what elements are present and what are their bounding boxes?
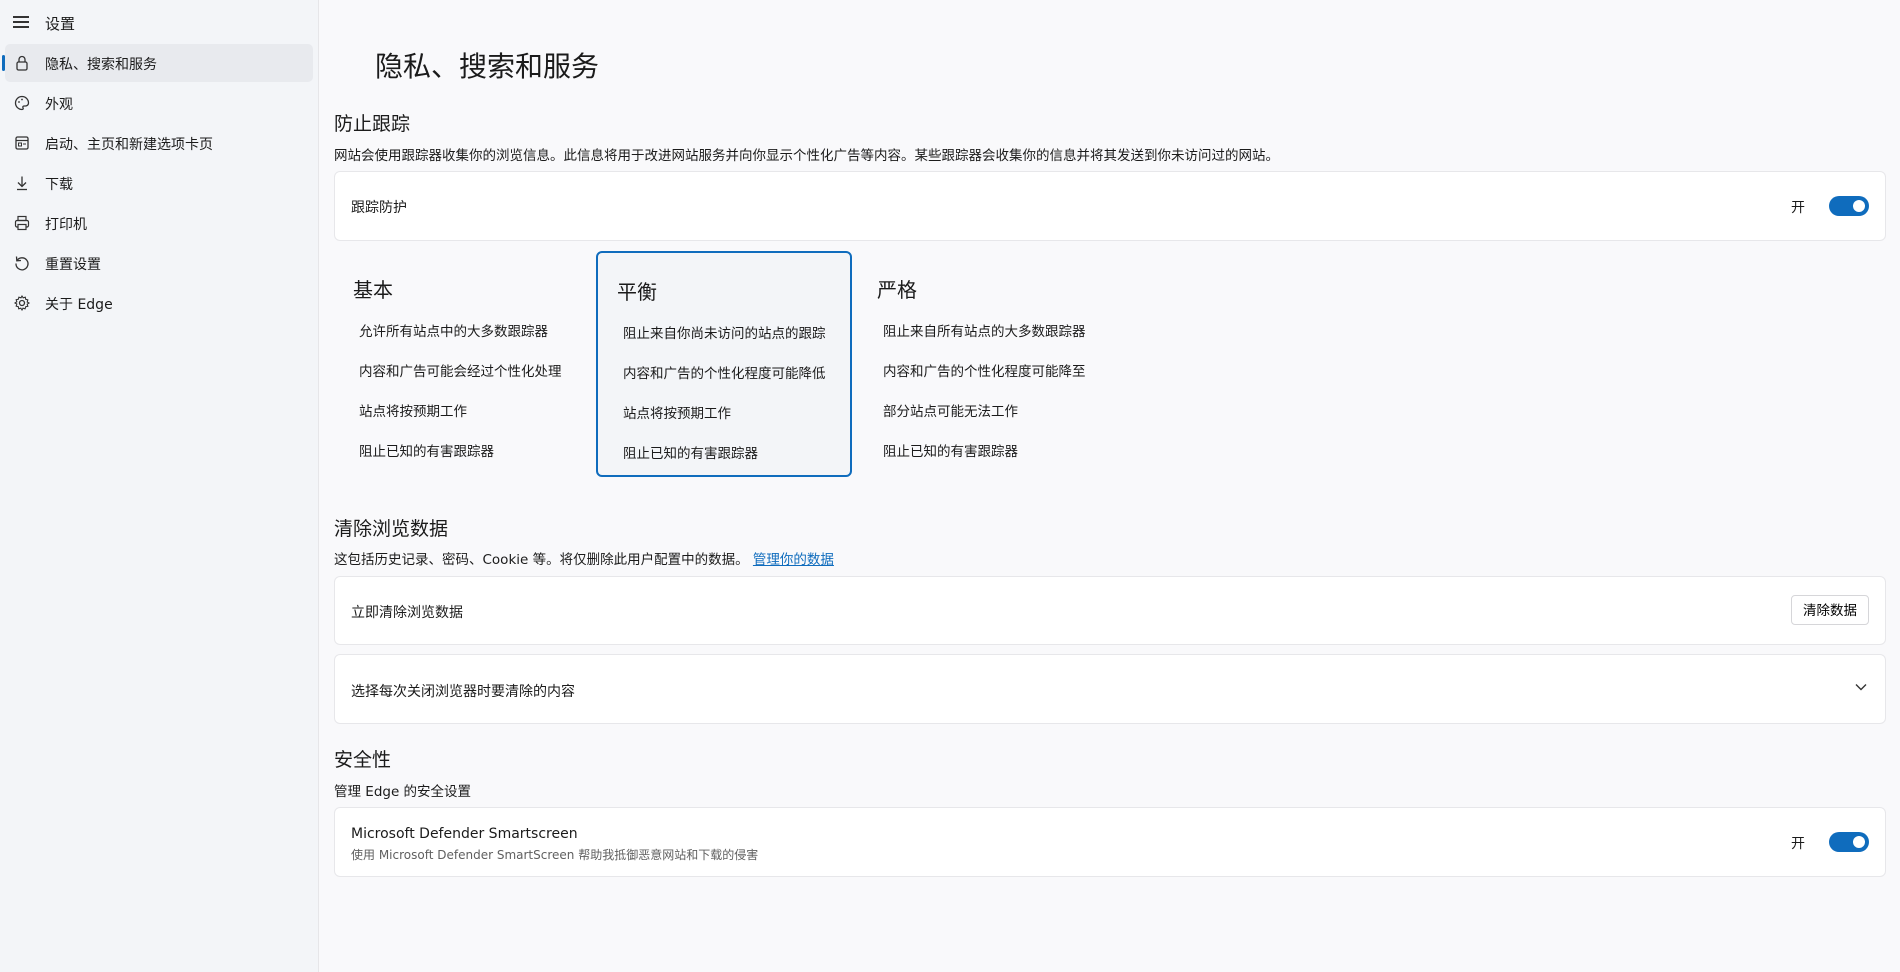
level-strict-card[interactable]: 严格 阻止来自所有站点的大多数跟踪器 内容和广告的个性化程度可能降至 部分站点可…: [858, 251, 1114, 477]
hamburger-menu-icon[interactable]: [13, 16, 29, 28]
sidebar-item-downloads[interactable]: 下载: [5, 164, 313, 202]
lock-icon: [16, 55, 28, 71]
page-title: 隐私、搜索和服务: [375, 50, 600, 83]
sidebar-nav: 隐私、搜索和服务 外观 启动、主页和新建选项卡页 下载 打印机 重置设置 关于 …: [0, 44, 318, 324]
level-line: 部分站点可能无法工作: [883, 404, 1018, 420]
level-line: 阻止已知的有害跟踪器: [359, 444, 494, 460]
tracking-protection-card: 跟踪防护 开: [334, 171, 1886, 241]
sidebar-item-label: 下载: [45, 177, 73, 193]
level-line: 阻止已知的有害跟踪器: [883, 444, 1018, 460]
level-line: 站点将按预期工作: [623, 406, 731, 422]
sidebar-item-label: 隐私、搜索和服务: [45, 57, 157, 73]
sidebar-item-reset[interactable]: 重置设置: [5, 244, 313, 282]
level-title: 严格: [877, 278, 917, 302]
clear-now-label: 立即清除浏览数据: [351, 605, 463, 621]
smartscreen-toggle[interactable]: [1829, 832, 1869, 852]
level-line: 内容和广告的个性化程度可能降至: [883, 364, 1086, 380]
level-line: 阻止来自你尚未访问的站点的跟踪: [623, 326, 826, 342]
clear-data-description-text: 这包括历史记录、密码、Cookie 等。将仅删除此用户配置中的数据。: [334, 552, 749, 568]
sidebar: 设置 隐私、搜索和服务 外观 启动、主页和新建选项卡页 下载 打印机 重置设置: [0, 0, 318, 972]
tracking-description: 网站会使用跟踪器收集你的浏览信息。此信息将用于改进网站服务并向你显示个性化广告等…: [334, 148, 1279, 164]
clear-data-button[interactable]: 清除数据: [1791, 595, 1869, 625]
level-line: 内容和广告的个性化程度可能降低: [623, 366, 826, 382]
level-line: 内容和广告可能会经过个性化处理: [359, 364, 562, 380]
sidebar-item-privacy[interactable]: 隐私、搜索和服务: [2, 44, 313, 82]
tracking-protection-toggle[interactable]: [1829, 196, 1869, 216]
level-line: 阻止已知的有害跟踪器: [623, 446, 758, 462]
sidebar-item-about[interactable]: 关于 Edge: [5, 284, 313, 322]
sidebar-item-appearance[interactable]: 外观: [5, 84, 313, 122]
level-balanced-card[interactable]: 平衡 阻止来自你尚未访问的站点的跟踪 内容和广告的个性化程度可能降低 站点将按预…: [596, 251, 852, 477]
sidebar-item-printers[interactable]: 打印机: [5, 204, 313, 242]
security-description: 管理 Edge 的安全设置: [334, 784, 472, 800]
smartscreen-card: Microsoft Defender Smartscreen 使用 Micros…: [334, 807, 1886, 877]
smartscreen-description: 使用 Microsoft Defender SmartScreen 帮助我抵御恶…: [351, 848, 759, 862]
gear-icon: [13, 294, 31, 312]
download-icon: [17, 176, 27, 191]
sidebar-item-label: 打印机: [45, 217, 87, 233]
tracking-toggle-text: 开: [1791, 200, 1805, 216]
printer-icon: [14, 215, 30, 231]
clear-now-card: 立即清除浏览数据 清除数据: [334, 576, 1886, 645]
manage-data-link[interactable]: 管理你的数据: [753, 552, 834, 568]
level-line: 阻止来自所有站点的大多数跟踪器: [883, 324, 1086, 340]
choose-clear-label: 选择每次关闭浏览器时要清除的内容: [351, 684, 575, 700]
sidebar-item-label: 关于 Edge: [45, 297, 113, 313]
level-basic-card[interactable]: 基本 允许所有站点中的大多数跟踪器 内容和广告可能会经过个性化处理 站点将按预期…: [334, 251, 590, 477]
clear-data-section-title: 清除浏览数据: [334, 518, 449, 540]
sidebar-header: 设置: [0, 0, 318, 44]
startup-icon: [15, 136, 29, 150]
smartscreen-title: Microsoft Defender Smartscreen: [351, 826, 578, 842]
sidebar-title: 设置: [45, 15, 76, 33]
choose-clear-on-close-card[interactable]: 选择每次关闭浏览器时要清除的内容: [334, 654, 1886, 724]
level-title: 平衡: [617, 280, 657, 304]
palette-icon: [14, 95, 30, 111]
chevron-down-icon[interactable]: [1855, 683, 1867, 691]
level-line: 允许所有站点中的大多数跟踪器: [359, 324, 548, 340]
sidebar-item-label: 重置设置: [45, 257, 101, 273]
sidebar-item-label: 启动、主页和新建选项卡页: [45, 137, 213, 153]
level-line: 站点将按预期工作: [359, 404, 467, 420]
tracking-protection-label: 跟踪防护: [351, 200, 407, 216]
smartscreen-toggle-text: 开: [1791, 836, 1805, 852]
tracking-section-title: 防止跟踪: [334, 113, 411, 135]
clear-data-description: 这包括历史记录、密码、Cookie 等。将仅删除此用户配置中的数据。 管理你的数…: [334, 548, 834, 568]
sidebar-item-label: 外观: [45, 97, 73, 113]
main-content: 隐私、搜索和服务 防止跟踪 网站会使用跟踪器收集你的浏览信息。此信息将用于改进网…: [318, 0, 1900, 972]
sidebar-item-startup[interactable]: 启动、主页和新建选项卡页: [5, 124, 313, 162]
reset-icon: [15, 256, 29, 271]
security-section-title: 安全性: [334, 749, 392, 771]
level-title: 基本: [353, 278, 393, 302]
